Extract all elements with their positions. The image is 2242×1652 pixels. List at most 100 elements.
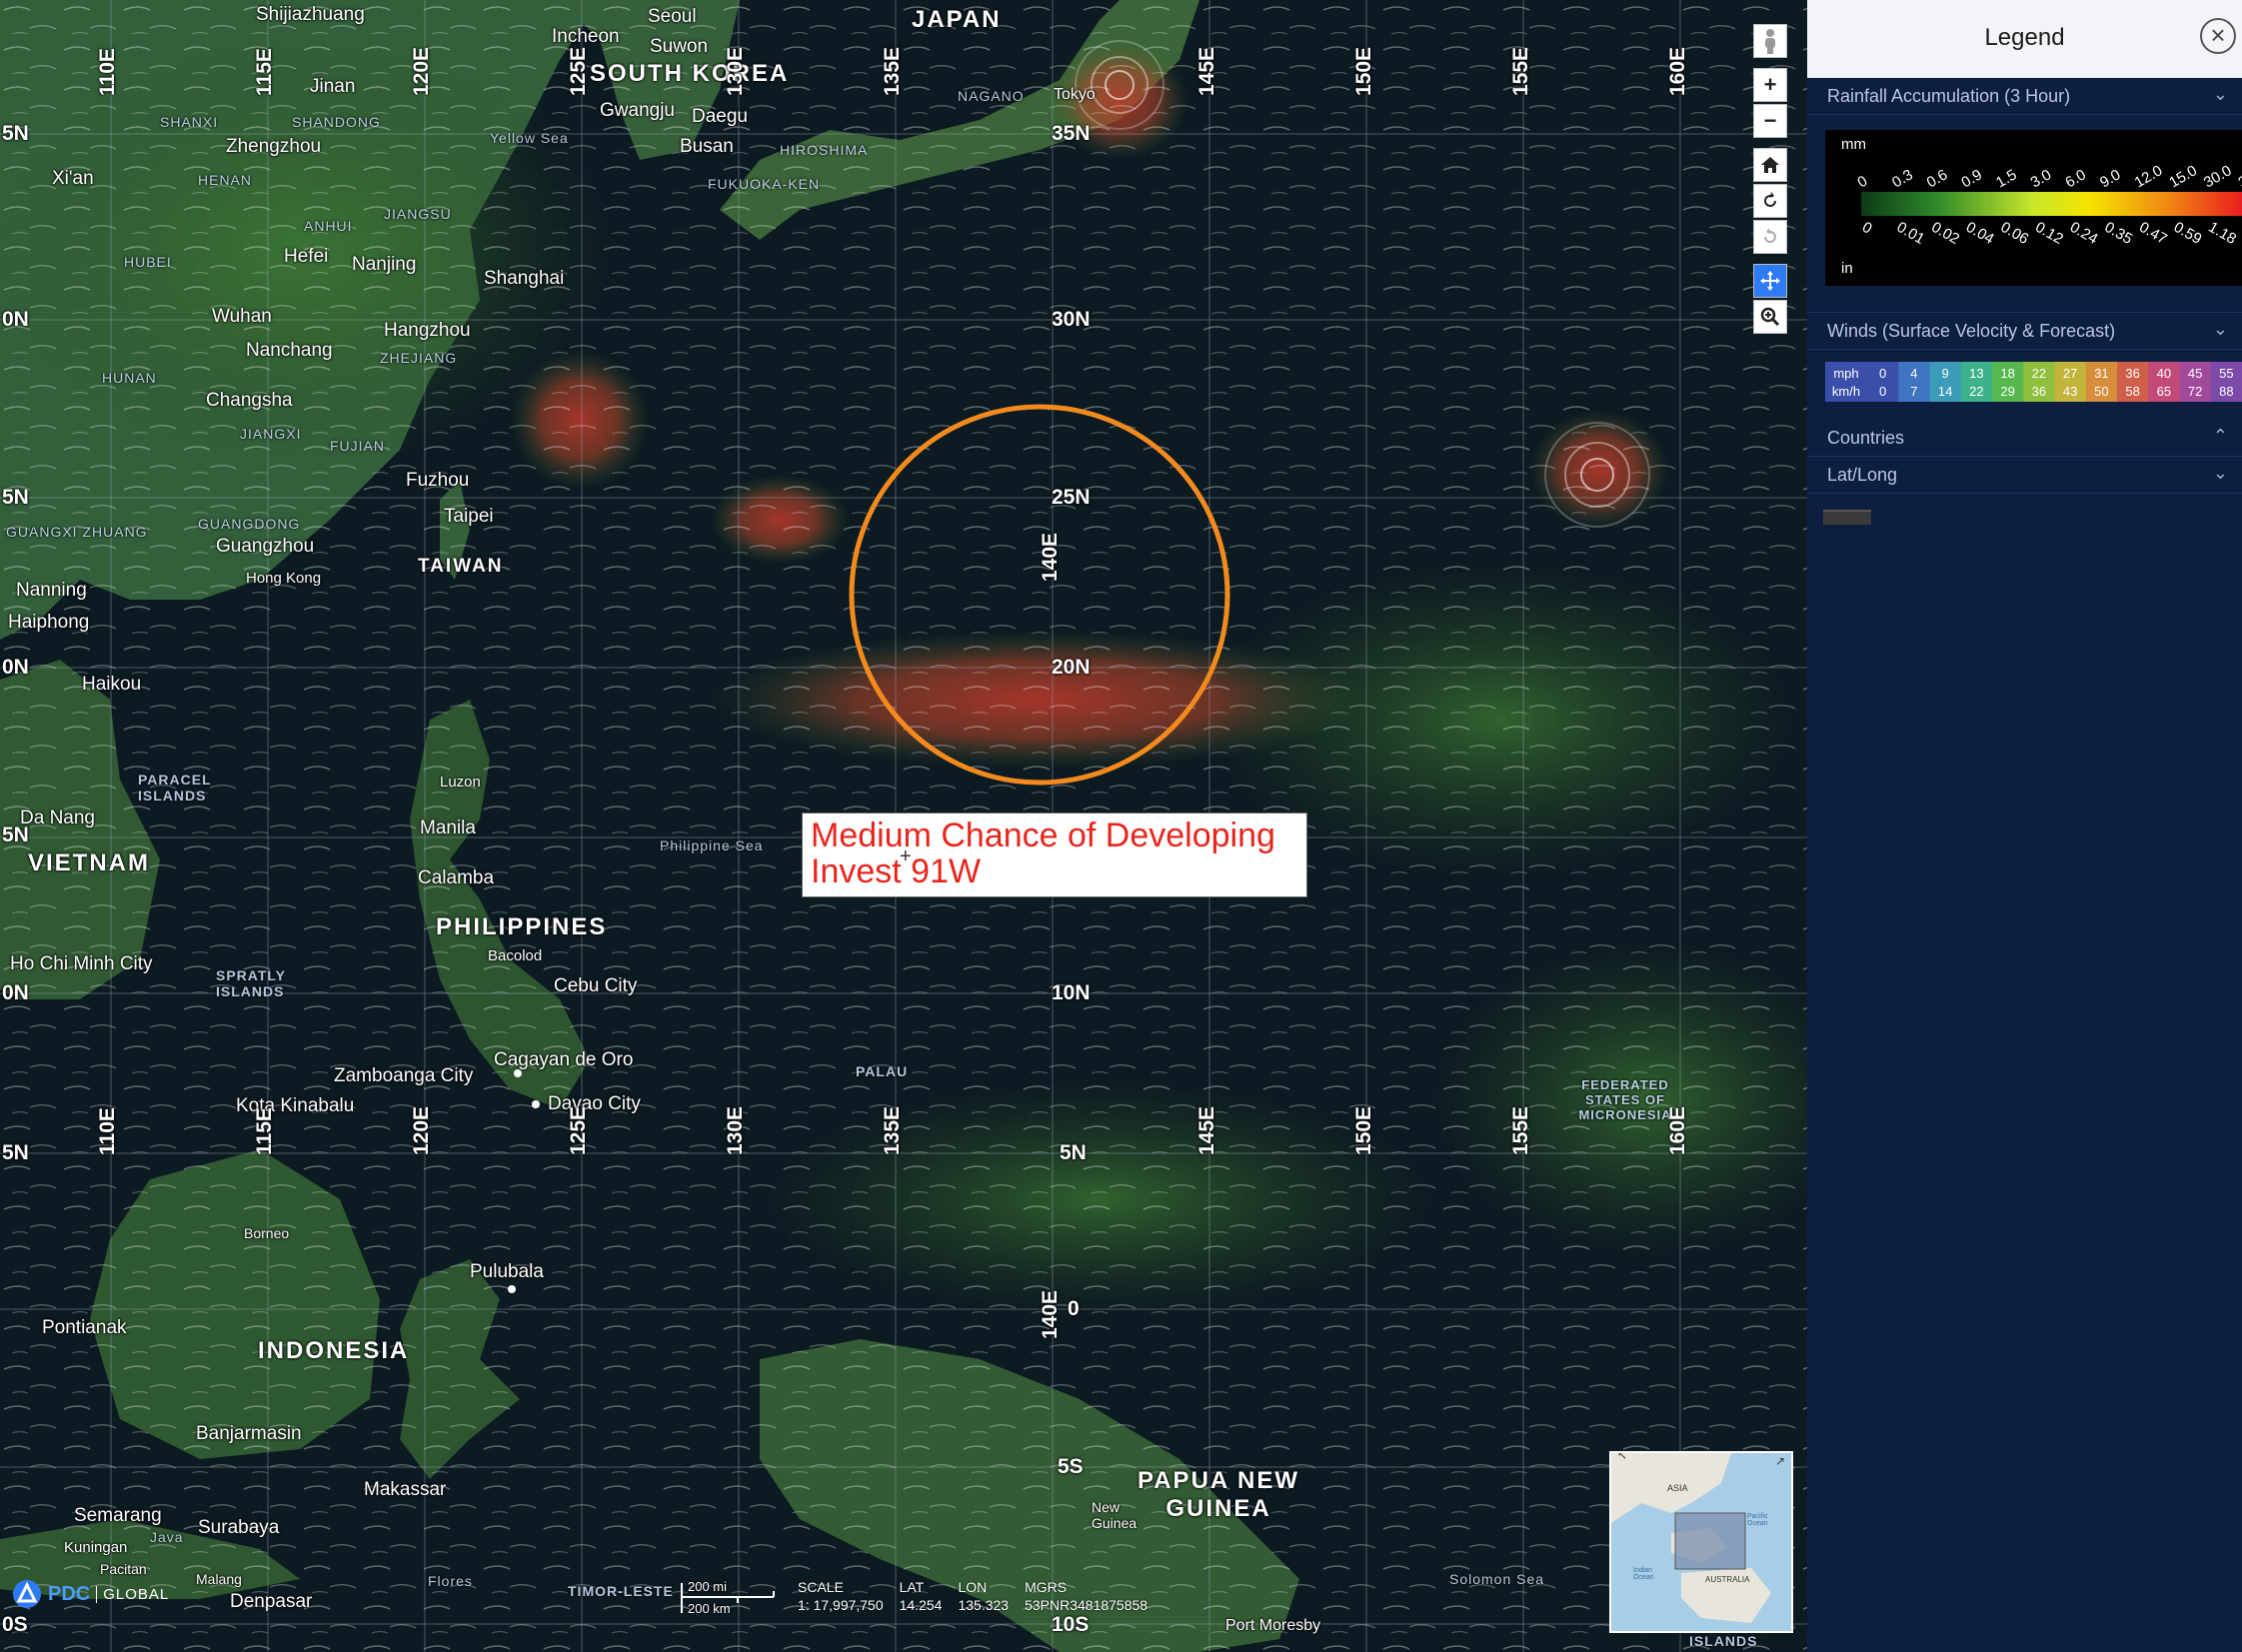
place-label: Cebu City [554,975,638,996]
country-label-japan: JAPAN [912,6,1002,33]
country-label-philippines: PHILIPPINES [436,913,608,940]
place-label: Malang [196,1571,242,1587]
wind-kmh-value: 72 [2188,384,2202,399]
country-label-vietnam: VIETNAM [28,849,150,876]
place-label: Makassar [364,1479,447,1500]
place-label: Bacolod [488,947,543,964]
place-label: Nanchang [246,340,333,361]
lon-label-top: 130E [724,46,747,96]
wind-mph-value: 36 [2125,366,2139,381]
wind-mph-value: 45 [2188,366,2202,381]
region-label: Yellow Sea [490,130,569,146]
lon-label-top: 135E [881,46,904,96]
home-icon[interactable] [1753,148,1787,182]
wind-mph-value: 31 [2094,366,2108,381]
lon-label-top: 125E [567,46,590,96]
wind-kmh-value: 29 [2000,384,2014,399]
rainfall-scale-graphic: 0 0.3 0.6 0.9 1.5 3.0 6.0 9.0 12.0 15.0 30.0 37 0 0.… [1855,162,2242,248]
region-label: JIANGXI [240,426,302,442]
place-label: New Guinea [1092,1499,1137,1531]
place-label: Semarang [74,1505,162,1526]
region-label: FUJIAN [330,438,385,454]
region-label: ISLANDS [1689,1633,1758,1649]
scale-label: SCALE [798,1579,844,1595]
lat-label-center: 5N [1060,1141,1087,1164]
wind-kmh-value: 14 [1938,384,1952,399]
place-label: Hangzhou [384,320,471,341]
lon-label-bottom: 110E [96,1107,119,1155]
lon-label-bottom: 140E [1039,1289,1062,1339]
place-label: Taipei [444,506,494,527]
callout-line-1: Medium Chance of Developing [811,817,1275,854]
map-viewport[interactable]: JAPAN SOUTH KOREA TAIWAN VIETNAM PHILIPP… [0,0,1807,1652]
place-label: Jinan [310,76,356,97]
wind-mph-value: 55 [2219,366,2233,381]
place-label: Xi'an [52,168,94,189]
legend-section-winds[interactable]: Winds (Surface Velocity & Forecast) ⌄ [1807,312,2242,350]
minimap-graphic: ↖ ↗ [1611,1453,1791,1631]
lon-label-bottom: 150E [1352,1105,1375,1155]
rain-in-tick: 0.04 [1963,219,1997,248]
zoom-box-icon[interactable] [1753,300,1787,334]
wind-scale-graphic: mph km/h 0 0 4 7 9 14 13 22 18 29 22 36 27 43 31 50 36 58 40… [1825,362,2242,402]
zoom-out-button[interactable]: − [1753,104,1787,138]
place-label: Haikou [82,674,142,695]
wind-kmh-value: 50 [2094,384,2108,399]
rain-mm-tick: 0.9 [1958,166,1985,191]
lon-label-bottom: 115E [253,1107,276,1155]
rain-mm-tick: 37 [2236,168,2242,191]
place-label: Pulubala [470,1261,544,1282]
region-label: HENAN [198,172,253,188]
lon-label-bottom: 135E [881,1105,904,1155]
place-label: Busan [680,136,734,157]
region-label: TIMOR-LESTE [568,1583,674,1599]
region-label: HUBEI [124,254,172,270]
rain-mm-tick: 30.0 [2201,162,2235,191]
place-label: Hefei [284,246,329,267]
place-label: Denpasar [230,1591,313,1612]
place-label: Guangzhou [216,536,315,557]
lat-label-center: 10N [1052,981,1091,1004]
legend-section-countries[interactable]: Countries ⌃ [1807,420,2242,457]
region-label: FUKUOKA-KEN [708,176,821,192]
region-label: PARACEL ISLANDS [138,772,212,804]
overview-minimap[interactable]: ↖ ↗ ASIA AUSTRALIA Pacific Ocean Indian … [1609,1451,1793,1633]
minimap-label-pacific: Pacific Ocean [1747,1513,1768,1527]
wind-kmh-value: 36 [2032,384,2046,399]
wind-mph-value: 0 [1879,366,1886,381]
mgrs-label: MGRS [1025,1579,1068,1595]
street-view-icon[interactable] [1753,24,1787,58]
place-label: Kuningan [64,1539,128,1556]
lat-label-left: 5N [2,486,29,509]
rain-in-tick: 0.01 [1894,219,1928,248]
rain-mm-tick: 12.0 [2132,162,2166,191]
redo-icon[interactable] [1753,220,1787,254]
svg-text:↗: ↗ [1775,1454,1785,1468]
coordinate-readout: SCALE LAT LON MGRS 1: 17,997,750 14.254 … [790,1579,1155,1615]
rain-mm-tick: 3.0 [2028,166,2055,191]
legend-section-rainfall[interactable]: Rainfall Accumulation (3 Hour) ⌄ [1807,78,2242,115]
place-label: Davao City [548,1093,641,1114]
rain-mm-tick: 0.3 [1889,166,1916,191]
pdc-logo-text: PDC [48,1582,91,1605]
legend-section-title: Lat/Long [1827,465,1898,485]
wind-mph-value: 40 [2157,366,2171,381]
scale-km-label: 200 km [688,1601,731,1616]
place-label: Wuhan [212,306,272,327]
region-label: HUNAN [102,370,157,386]
region-label: SHANXI [160,114,219,130]
legend-section-latlong[interactable]: Lat/Long ⌄ [1807,457,2242,494]
place-label: Changsha [206,390,293,411]
region-label: NAGANO [958,88,1025,104]
lat-label-center: 30N [1052,308,1091,331]
region-label: Flores [428,1573,473,1589]
rain-mm-tick: 0 [1855,173,1871,192]
undo-icon[interactable] [1753,184,1787,218]
rain-in-tick: 0.47 [2136,219,2170,248]
move-icon[interactable] [1753,264,1787,298]
rain-in-tick: 0.59 [2171,219,2205,248]
close-icon[interactable]: × [2200,18,2236,54]
zoom-in-button[interactable]: + [1753,68,1787,102]
lon-label-top: 150E [1352,46,1375,96]
rain-in-tick: 0.06 [1998,219,2032,248]
